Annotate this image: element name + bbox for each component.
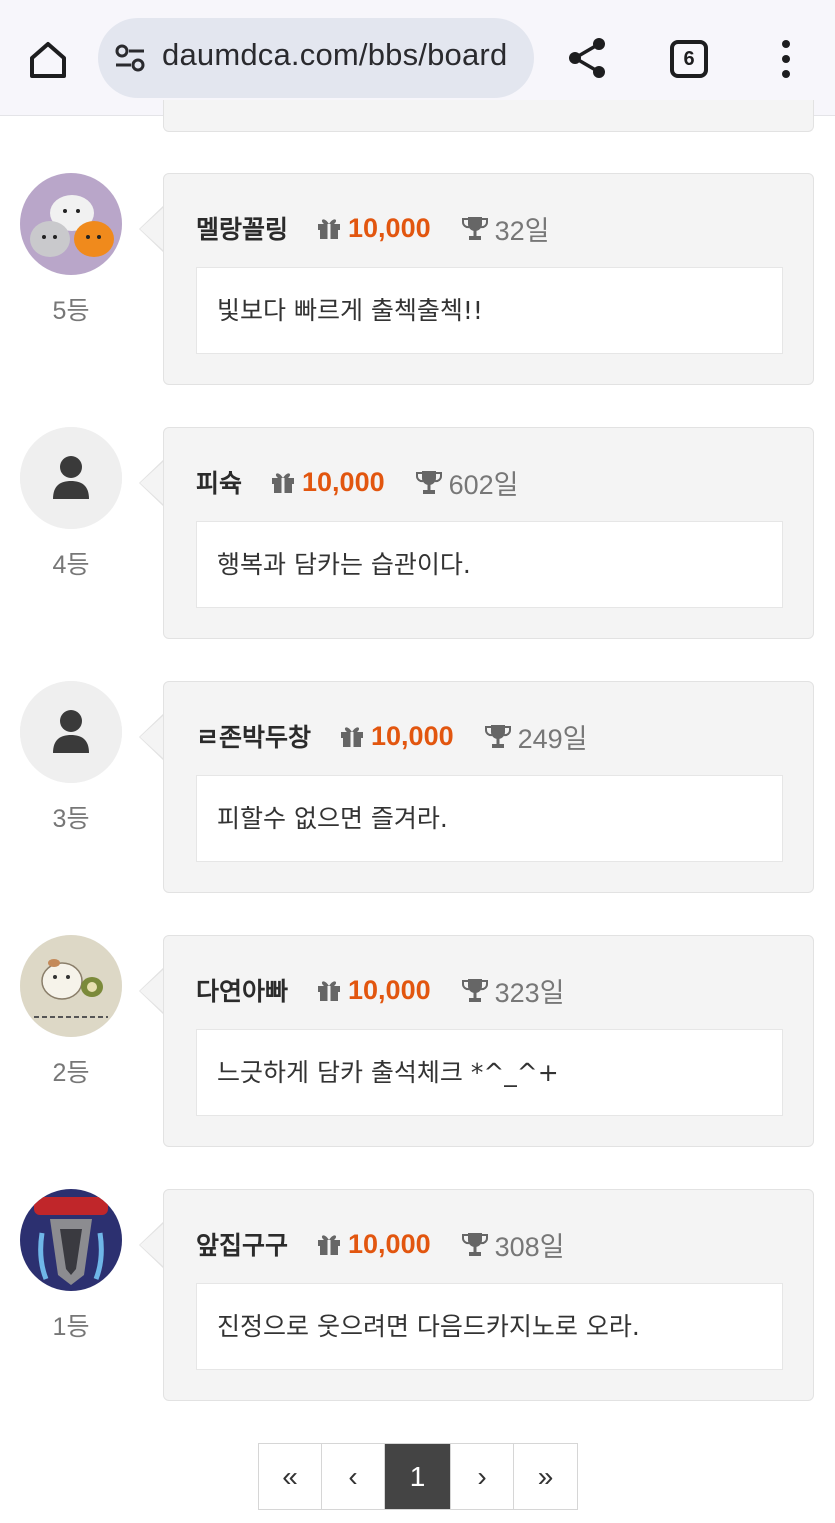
browser-toolbar: daumdca.com/bbs/board 6 [0,0,835,116]
points-value: 10,000 [348,974,431,1005]
comment-text: 빛보다 빠르게 출첵출첵!! [196,267,783,354]
rank-label: 3등 [52,805,90,833]
avatar[interactable] [20,427,122,529]
trophy-icon [461,217,488,240]
address-bar[interactable]: daumdca.com/bbs/board [98,18,534,98]
home-icon[interactable] [26,38,70,82]
nickname[interactable]: ㄹ존박두창 [196,718,311,754]
avatar[interactable] [20,1189,122,1291]
rank-label: 4등 [52,551,90,579]
gift-icon [318,1235,341,1255]
attendance-days: 602일 [448,469,519,500]
comment-text: 진정으로 웃으려면 다음드카지노로 오라. [196,1283,783,1370]
nickname[interactable]: 멜랑꼴링 [196,210,288,246]
list-item: 5등 멜랑꼴링 10,000 32일 빛보다 빠르게 출첵출첵!! [0,173,835,393]
list-item: 4등 피슉 10,000 602일 행복과 담카는 습관이다. [0,427,835,647]
list-item: 1등 앞집구구 10,000 308일 진정으로 웃으려면 다음드카지노로 오라… [0,1189,835,1409]
comment-text: 느긋하게 담카 출석체크 *^_^+ [196,1029,783,1116]
attendance-days: 32일 [494,215,550,246]
rank-label: 5등 [52,297,90,325]
attendance-days: 308일 [494,1231,565,1262]
nickname[interactable]: 피슉 [196,464,242,500]
trophy-icon [461,1233,488,1256]
avatar[interactable] [20,173,122,275]
rank-label: 1등 [52,1313,90,1341]
points-value: 10,000 [348,212,431,243]
hamster-sketch-avatar [20,935,122,1037]
list-item: 3등 ㄹ존박두창 10,000 249일 피할수 없으면 즐겨라. [0,681,835,901]
gift-icon [272,473,295,493]
seal-plush-avatar [20,173,122,275]
rank-label: 2등 [52,1059,90,1087]
points-value: 10,000 [302,466,385,497]
avatar[interactable] [20,681,122,783]
share-icon[interactable] [566,36,608,80]
nickname[interactable]: 다연아빠 [196,972,288,1008]
avatar[interactable] [20,935,122,1037]
attendance-days: 323일 [494,977,565,1008]
default-person-avatar [20,681,122,783]
pagination: « ‹ 1 › » [258,1443,578,1510]
list-item: 2등 다연아빠 10,000 323일 느긋하게 담카 출석체크 *^_^+ [0,935,835,1155]
points-value: 10,000 [348,1228,431,1259]
first-page-button[interactable]: « [259,1444,322,1509]
gift-icon [341,727,364,747]
more-vert-icon[interactable] [778,40,794,78]
tab-switcher-icon[interactable]: 6 [670,40,708,78]
trophy-icon [484,725,511,748]
comment-card: 다연아빠 10,000 323일 느긋하게 담카 출석체크 *^_^+ [163,935,814,1147]
comment-card: ㄹ존박두창 10,000 249일 피할수 없으면 즐겨라. [163,681,814,893]
previous-card-bottom [163,100,814,132]
site-settings-icon[interactable] [114,44,146,72]
current-page-button[interactable]: 1 [385,1444,451,1509]
default-person-avatar [20,427,122,529]
next-page-button[interactable]: › [451,1444,514,1509]
crying-bird-avatar [20,1189,122,1291]
points-value: 10,000 [371,720,454,751]
comment-text: 행복과 담카는 습관이다. [196,521,783,608]
comment-card: 앞집구구 10,000 308일 진정으로 웃으려면 다음드카지노로 오라. [163,1189,814,1401]
trophy-icon [415,471,442,494]
prev-page-button[interactable]: ‹ [322,1444,385,1509]
url-text[interactable]: daumdca.com/bbs/board [162,37,507,73]
trophy-icon [461,979,488,1002]
last-page-button[interactable]: » [514,1444,577,1509]
comment-card: 멜랑꼴링 10,000 32일 빛보다 빠르게 출첵출첵!! [163,173,814,385]
gift-icon [318,981,341,1001]
attendance-days: 249일 [517,723,588,754]
comment-card: 피슉 10,000 602일 행복과 담카는 습관이다. [163,427,814,639]
gift-icon [318,219,341,239]
nickname[interactable]: 앞집구구 [196,1226,288,1262]
comment-text: 피할수 없으면 즐겨라. [196,775,783,862]
